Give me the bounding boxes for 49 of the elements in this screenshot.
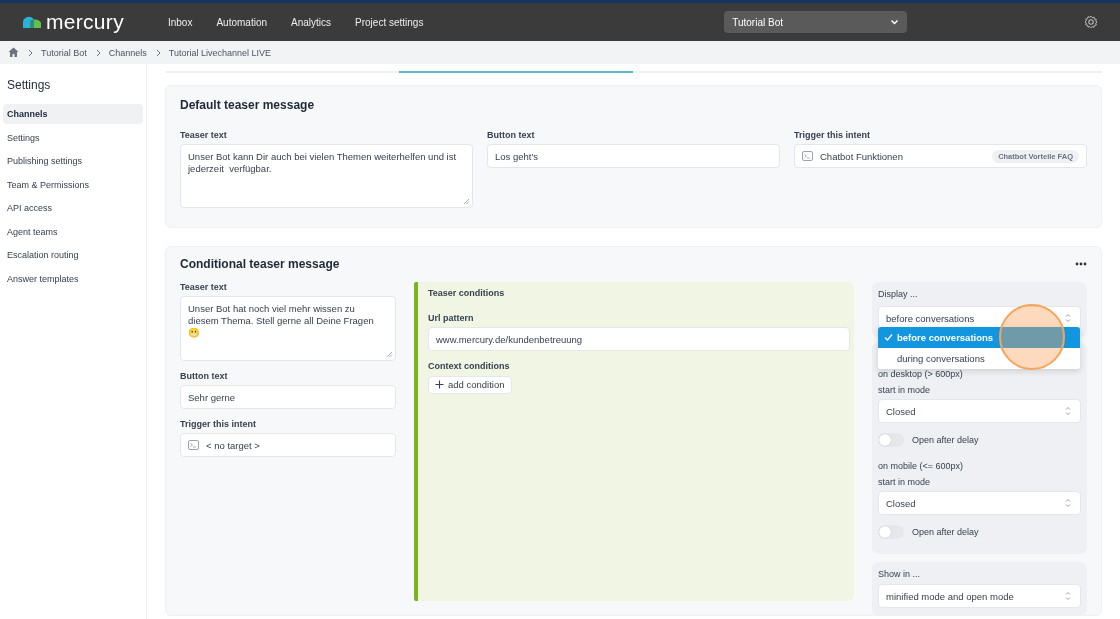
sidebar-title: Settings <box>7 78 52 92</box>
display-select[interactable]: before conversations <box>878 306 1081 330</box>
nav-link[interactable]: Analytics <box>287 14 336 30</box>
teaser-text-field[interactable]: Unser Bot kann Dir auch bei vielen Themen weiterhelfen und ist jederzeit verfügbar. <box>180 144 473 208</box>
breadcrumb-link[interactable]: Tutorial Bot <box>41 47 87 58</box>
nav-link[interactable]: Automation <box>212 14 271 30</box>
sidebar-item[interactable]: Escalation routing <box>3 245 143 265</box>
url-pattern-field[interactable]: www.mercury.de/kundenbetreuung <box>428 327 850 351</box>
add-condition-button[interactable]: add condition <box>428 375 512 394</box>
field-label: Teaser text <box>180 282 228 292</box>
mode-select[interactable]: Closed <box>878 491 1081 515</box>
card-title: Conditional teaser message <box>180 257 340 271</box>
field-label: Button text <box>180 371 229 381</box>
field-label: Context conditions <box>428 361 511 371</box>
card-title: Default teaser message <box>180 98 316 112</box>
nav-link[interactable]: Project settings <box>351 14 428 30</box>
breadcrumb-link[interactable]: Channels <box>108 47 147 58</box>
sidebar-item[interactable]: Channels <box>3 104 143 124</box>
sidebar-item[interactable]: Agent teams <box>3 221 143 242</box>
sidebar-item[interactable]: API access <box>3 198 143 218</box>
field-label: Button text <box>487 130 536 140</box>
field-label: Url pattern <box>428 313 475 323</box>
button-text-field[interactable]: Sehr gerne <box>180 385 396 409</box>
field-label: Display ... <box>878 289 919 299</box>
sidebar-item[interactable]: Publishing settings <box>3 151 143 171</box>
intent-select[interactable]: < no target > <box>180 433 396 457</box>
show-in-select[interactable]: minified mode and open mode <box>878 584 1081 608</box>
bot-select[interactable]: Tutorial Bot <box>724 11 908 33</box>
breadcrumb-link[interactable]: Tutorial Livechannel LIVE <box>168 47 271 58</box>
sidebar-item[interactable]: Team & Permissions <box>3 174 143 195</box>
field-label: Trigger this intent <box>794 130 871 140</box>
field-label: start in mode <box>878 477 932 487</box>
device-label: on mobile (<= 600px) <box>878 461 965 471</box>
sidebar-item[interactable]: Answer templates <box>3 268 143 289</box>
panel-title: Teaser conditions <box>428 288 506 298</box>
nav-link[interactable]: Inbox <box>163 14 197 30</box>
field-label: Trigger this intent <box>180 419 257 429</box>
toggle-label: Open after delay <box>912 435 979 445</box>
mode-select[interactable]: Closed <box>878 399 1081 423</box>
sidebar-item[interactable]: Settings <box>3 127 143 148</box>
toggle-label: Open after delay <box>912 527 979 537</box>
field-label: start in mode <box>878 385 932 395</box>
dropdown-option[interactable]: during conversations <box>878 348 1080 369</box>
field-label: Teaser text <box>180 130 228 140</box>
field-label: Show in ... <box>878 569 922 579</box>
button-text-field[interactable]: Los geht's <box>487 144 780 168</box>
logo-wordmark: mercury <box>46 10 124 34</box>
device-label: on desktop (> 600px) <box>878 369 964 379</box>
teaser-text-field[interactable]: Unser Bot hat noch viel mehr wissen zu diesem Thema. Stell gerne all Deine Fragen 😬 <box>180 296 396 361</box>
